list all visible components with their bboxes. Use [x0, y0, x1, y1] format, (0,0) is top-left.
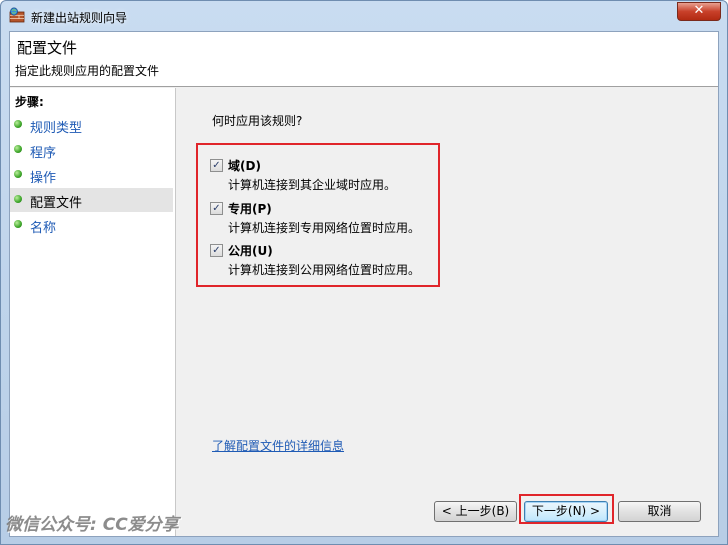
private-description: 计算机连接到专用网络位置时应用。 [228, 221, 421, 235]
profile-question: 何时应用该规则? [212, 114, 303, 128]
green-bullet-icon [14, 195, 22, 203]
domain-description: 计算机连接到其企业域时应用。 [228, 178, 397, 192]
steps-heading: 步骤: [15, 95, 44, 109]
step-profile[interactable]: 配置文件 [10, 188, 173, 212]
page-subtitle: 指定此规则应用的配置文件 [15, 64, 160, 78]
title-bar[interactable]: 新建出站规则向导 ✕ [1, 1, 727, 31]
step-label: 程序 [30, 146, 57, 161]
check-icon: ✓ [212, 203, 221, 214]
wizard-client-area: 配置文件 指定此规则应用的配置文件 步骤: 规则类型 程序 操作 配置文件 名称… [9, 31, 719, 537]
step-label: 名称 [30, 221, 57, 236]
page-header: 配置文件 指定此规则应用的配置文件 [10, 32, 718, 87]
green-bullet-icon [14, 170, 22, 178]
close-button[interactable]: ✕ [677, 2, 721, 21]
step-rule-type[interactable]: 规则类型 [10, 113, 173, 137]
step-label: 操作 [30, 171, 57, 186]
page-title: 配置文件 [17, 39, 78, 57]
back-button[interactable]: < 上一步(B) [434, 501, 517, 522]
step-label: 规则类型 [30, 121, 83, 136]
private-checkbox[interactable]: ✓ [210, 202, 223, 215]
steps-sidebar: 步骤: 规则类型 程序 操作 配置文件 名称 [10, 88, 176, 536]
domain-label[interactable]: 域(D) [228, 157, 261, 174]
window-title: 新建出站规则向导 [31, 11, 128, 25]
green-bullet-icon [14, 120, 22, 128]
check-icon: ✓ [212, 160, 221, 171]
profile-options-highlight: ✓ 域(D) 计算机连接到其企业域时应用。 ✓ 专用(P) 计算机连接到专用网络… [196, 143, 440, 287]
step-action[interactable]: 操作 [10, 163, 173, 187]
private-label[interactable]: 专用(P) [228, 200, 272, 217]
next-button[interactable]: 下一步(N) > [524, 501, 608, 522]
step-program[interactable]: 程序 [10, 138, 173, 162]
public-description: 计算机连接到公用网络位置时应用。 [228, 263, 421, 277]
check-icon: ✓ [212, 245, 221, 256]
cancel-button[interactable]: 取消 [618, 501, 701, 522]
step-name[interactable]: 名称 [10, 213, 173, 237]
green-bullet-icon [14, 145, 22, 153]
public-checkbox[interactable]: ✓ [210, 244, 223, 257]
public-label[interactable]: 公用(U) [228, 242, 273, 259]
watermark: 微信公众号: CC爱分享 [5, 515, 179, 535]
green-bullet-icon [14, 220, 22, 228]
step-label: 配置文件 [30, 196, 83, 211]
wizard-window: 新建出站规则向导 ✕ 配置文件 指定此规则应用的配置文件 步骤: 规则类型 程序… [0, 0, 728, 545]
domain-checkbox[interactable]: ✓ [210, 159, 223, 172]
learn-more-link[interactable]: 了解配置文件的详细信息 [212, 437, 344, 454]
firewall-icon [9, 7, 25, 23]
